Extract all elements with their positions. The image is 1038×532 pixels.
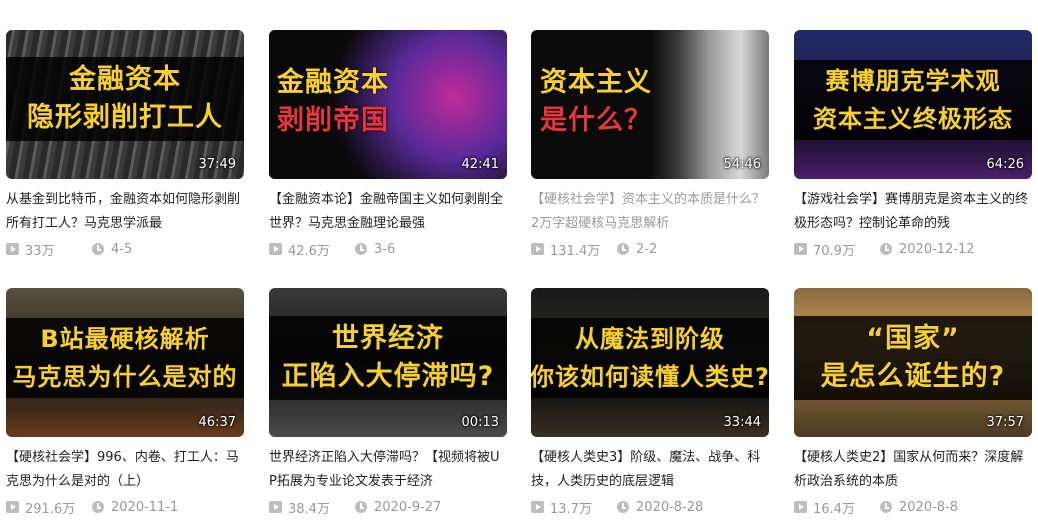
thumbnail-caption: B站最硬核解析 马克思为什么是对的 (6, 318, 244, 398)
video-thumbnail[interactable]: B站最硬核解析 马克思为什么是对的 46:37 (6, 288, 244, 437)
video-duration: 46:37 (198, 415, 236, 430)
thumbnail-caption: 从魔法到阶级 你该如何读懂人类史? (531, 318, 769, 398)
video-thumbnail[interactable]: “国家” 是怎么诞生的? 37:57 (794, 288, 1032, 437)
video-title[interactable]: 【硬核社会学】资本主义的本质是什么？2万字超硬核马克思解析 (531, 188, 769, 236)
thumbnail-line: 资本主义终极形态 (813, 105, 1013, 133)
clock-icon (355, 501, 367, 513)
thumbnail-line: 马克思为什么是对的 (12, 363, 238, 391)
publish-date: 4-5 (111, 241, 133, 257)
video-title[interactable]: 【金融资本论】金融帝国主义如何剥削全世界？马克思金融理论最强 (269, 188, 507, 236)
video-thumbnail[interactable]: 金融资本 隐形剥削打工人 37:49 (6, 30, 244, 179)
play-count-icon (531, 501, 544, 513)
play-count: 16.4万 (813, 501, 855, 517)
video-duration: 42:41 (461, 157, 499, 172)
thumbnail-line: 你该如何读懂人类史? (531, 363, 769, 391)
thumbnail-caption: 赛博朋克学术观 资本主义终极形态 (794, 60, 1032, 140)
video-stats: 38.4万 2020-9-27 (269, 498, 507, 517)
video-card[interactable]: 赛博朋克学术观 资本主义终极形态 64:26 【游戏社会学】赛博朋克是资本主义的… (794, 30, 1032, 259)
video-stats: 42.6万 3-6 (269, 240, 507, 259)
publish-date: 3-6 (374, 241, 396, 257)
thumbnail-line: 剥削帝国 (277, 105, 389, 136)
video-stats: 70.9万 2020-12-12 (794, 240, 1032, 259)
thumbnail-caption: 金融资本 隐形剥削打工人 (6, 57, 244, 141)
video-thumbnail[interactable]: 资本主义 是什么？ 54:46 (531, 30, 769, 179)
publish-date: 2020-8-8 (899, 499, 959, 515)
thumbnail-line: 从魔法到阶级 (575, 325, 725, 353)
video-thumbnail[interactable]: 金融资本 剥削帝国 42:41 (269, 30, 507, 179)
video-duration: 00:13 (461, 415, 499, 430)
video-title[interactable]: 【硬核人类史3】阶级、魔法、战争、科技，人类历史的底层逻辑 (531, 446, 769, 494)
video-stats: 291.6万 2020-11-1 (6, 498, 244, 517)
video-title[interactable]: 【游戏社会学】赛博朋克是资本主义的终极形态吗？控制论革命的残 (794, 188, 1032, 236)
video-duration: 37:57 (986, 415, 1024, 430)
video-card[interactable]: 金融资本 剥削帝国 42:41 【金融资本论】金融帝国主义如何剥削全世界？马克思… (269, 30, 507, 259)
thumbnail-line: 是怎么诞生的? (820, 361, 1006, 392)
video-duration: 54:46 (723, 157, 761, 172)
video-thumbnail[interactable]: 世界经济 正陷入大停滞吗? 00:13 (269, 288, 507, 437)
video-thumbnail[interactable]: 从魔法到阶级 你该如何读懂人类史? 33:44 (531, 288, 769, 437)
video-card[interactable]: 金融资本 隐形剥削打工人 37:49 从基金到比特币，金融资本如何隐形剥削所有打… (6, 30, 244, 259)
play-count-icon (794, 243, 807, 255)
video-card[interactable]: 从魔法到阶级 你该如何读懂人类史? 33:44 【硬核人类史3】阶级、魔法、战争… (531, 288, 769, 517)
play-count-icon (269, 501, 282, 513)
thumbnail-line: 隐形剥削打工人 (27, 102, 223, 133)
video-card[interactable]: 世界经济 正陷入大停滞吗? 00:13 世界经济正陷入大停滞吗？【视频将被UP拓… (269, 288, 507, 517)
thumbnail-line: 赛博朋克学术观 (825, 67, 1001, 95)
video-thumbnail[interactable]: 赛博朋克学术观 资本主义终极形态 64:26 (794, 30, 1032, 179)
thumbnail-line: 金融资本 (277, 67, 389, 98)
video-card[interactable]: “国家” 是怎么诞生的? 37:57 【硬核人类史2】国家从何而来？深度解析政治… (794, 288, 1032, 517)
thumbnail-line: 正陷入大停滞吗? (281, 361, 495, 392)
play-count: 131.4万 (550, 243, 601, 259)
video-grid: 金融资本 隐形剥削打工人 37:49 从基金到比特币，金融资本如何隐形剥削所有打… (0, 0, 1038, 532)
video-stats: 13.7万 2020-8-28 (531, 498, 769, 517)
publish-date: 2-2 (636, 241, 658, 257)
play-count-icon (6, 501, 19, 513)
play-count: 33万 (25, 243, 55, 259)
publish-date: 2020-8-28 (636, 499, 704, 515)
clock-icon (880, 243, 892, 255)
thumbnail-line: 是什么？ (540, 105, 652, 136)
thumbnail-caption: 资本主义 是什么？ (531, 60, 661, 144)
video-title[interactable]: 【硬核人类史2】国家从何而来？深度解析政治系统的本质 (794, 446, 1032, 494)
clock-icon (880, 501, 892, 513)
video-card[interactable]: B站最硬核解析 马克思为什么是对的 46:37 【硬核社会学】996、内卷、打工… (6, 288, 244, 517)
play-count-icon (531, 243, 544, 255)
play-count: 42.6万 (288, 243, 330, 259)
thumbnail-line: 资本主义 (540, 67, 652, 98)
video-stats: 33万 4-5 (6, 240, 244, 259)
play-count-icon (269, 243, 282, 255)
video-title[interactable]: 世界经济正陷入大停滞吗？【视频将被UP拓展为专业论文发表于经济 (269, 446, 507, 494)
thumbnail-line: 世界经济 (332, 323, 444, 354)
video-title[interactable]: 【硬核社会学】996、内卷、打工人：马克思为什么是对的（上） (6, 446, 244, 494)
video-stats: 131.4万 2-2 (531, 240, 769, 259)
thumbnail-line: 金融资本 (69, 64, 181, 95)
thumbnail-caption: “国家” 是怎么诞生的? (794, 316, 1032, 400)
clock-icon (92, 501, 104, 513)
video-duration: 33:44 (723, 415, 761, 430)
play-count: 70.9万 (813, 243, 855, 259)
publish-date: 2020-9-27 (374, 499, 442, 515)
play-count: 291.6万 (25, 501, 76, 517)
thumbnail-line: B站最硬核解析 (40, 325, 210, 353)
video-duration: 64:26 (986, 157, 1024, 172)
video-stats: 16.4万 2020-8-8 (794, 498, 1032, 517)
thumbnail-caption: 金融资本 剥削帝国 (269, 60, 407, 144)
publish-date: 2020-12-12 (899, 241, 975, 257)
play-count: 13.7万 (550, 501, 592, 517)
video-title[interactable]: 从基金到比特币，金融资本如何隐形剥削所有打工人？马克思学派最 (6, 188, 244, 236)
clock-icon (617, 243, 629, 255)
clock-icon (92, 243, 104, 255)
clock-icon (355, 243, 367, 255)
thumbnail-caption: 世界经济 正陷入大停滞吗? (269, 316, 507, 400)
clock-icon (617, 501, 629, 513)
video-duration: 37:49 (198, 157, 236, 172)
publish-date: 2020-11-1 (111, 499, 179, 515)
thumbnail-line: “国家” (866, 323, 960, 354)
video-card[interactable]: 资本主义 是什么？ 54:46 【硬核社会学】资本主义的本质是什么？2万字超硬核… (531, 30, 769, 259)
play-count: 38.4万 (288, 501, 330, 517)
play-count-icon (6, 243, 19, 255)
play-count-icon (794, 501, 807, 513)
